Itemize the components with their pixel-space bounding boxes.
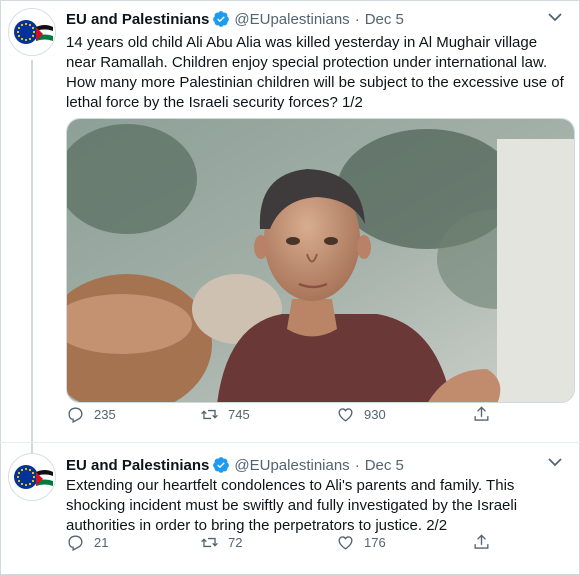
- reply-button[interactable]: 235: [66, 405, 116, 424]
- tweet-text: 14 years old child Ali Abu Alia was kill…: [66, 34, 564, 111]
- tweet-header: EU and Palestinians @EUpalestinians · De…: [66, 455, 404, 475]
- heart-icon: [338, 535, 353, 550]
- author-name[interactable]: EU and Palestinians: [66, 457, 209, 474]
- retweet-count: 745: [228, 406, 250, 422]
- tweet-1[interactable]: EU and Palestinians @EUpalestinians · De…: [0, 0, 580, 454]
- like-count: 176: [364, 534, 386, 550]
- separator-dot: ·: [354, 10, 360, 28]
- verified-badge-icon: [213, 457, 230, 473]
- heart-icon: [338, 407, 353, 422]
- tweet-text: Extending our heartfelt condolences to A…: [66, 477, 518, 534]
- author-name[interactable]: EU and Palestinians: [66, 11, 209, 28]
- retweet-icon: [201, 537, 218, 547]
- tweet-date[interactable]: Dec 5: [365, 11, 404, 28]
- share-icon: [474, 533, 489, 549]
- retweet-count: 72: [228, 534, 243, 550]
- tweet-2[interactable]: EU and Palestinians @EUpalestinians · De…: [0, 442, 580, 575]
- share-icon: [474, 405, 489, 421]
- reply-count: 21: [94, 534, 109, 550]
- share-button[interactable]: [472, 533, 500, 552]
- tweet-header: EU and Palestinians @EUpalestinians · De…: [66, 9, 404, 29]
- chevron-down-icon[interactable]: [544, 8, 566, 26]
- reply-icon: [68, 406, 83, 423]
- like-button[interactable]: 930: [336, 405, 386, 424]
- retweet-button[interactable]: 745: [200, 405, 250, 424]
- tweet-photo[interactable]: [66, 118, 575, 403]
- verified-badge-icon: [213, 11, 230, 27]
- separator-dot: ·: [354, 456, 360, 474]
- chevron-down-icon[interactable]: [544, 453, 566, 471]
- thread-connector-line: [31, 60, 33, 454]
- share-button[interactable]: [472, 405, 500, 424]
- avatar[interactable]: [8, 8, 56, 56]
- photo-boy-portrait: [67, 119, 574, 402]
- eu-palestine-flag-logo: [9, 454, 55, 500]
- retweet-button[interactable]: 72: [200, 533, 242, 552]
- reply-count: 235: [94, 406, 116, 422]
- reply-button[interactable]: 21: [66, 533, 108, 552]
- tweet-date[interactable]: Dec 5: [365, 457, 404, 474]
- like-count: 930: [364, 406, 386, 422]
- author-handle[interactable]: @EUpalestinians: [234, 457, 349, 474]
- author-handle[interactable]: @EUpalestinians: [234, 11, 349, 28]
- avatar[interactable]: [8, 453, 56, 501]
- retweet-icon: [201, 409, 218, 419]
- eu-palestine-flag-logo: [9, 9, 55, 55]
- reply-icon: [68, 534, 83, 551]
- like-button[interactable]: 176: [336, 533, 386, 552]
